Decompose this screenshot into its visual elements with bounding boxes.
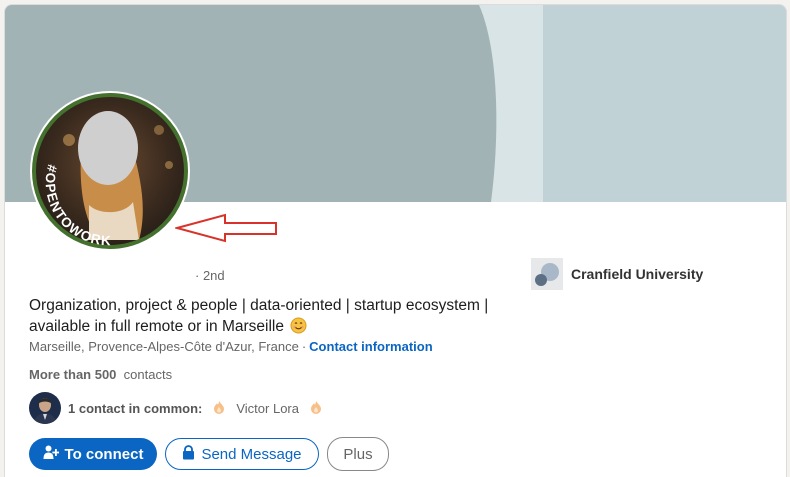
education-entry[interactable]: Cranfield University <box>531 258 703 290</box>
contacts-label: contacts <box>123 367 173 382</box>
more-button[interactable]: Plus <box>327 437 389 471</box>
contacts-count: More than 500 <box>29 367 117 382</box>
profile-card: #OPENTOWORK · 2nd Cranfield University O… <box>4 4 787 477</box>
add-person-icon <box>43 444 59 464</box>
connect-button[interactable]: To connect <box>29 438 157 470</box>
school-name: Cranfield University <box>571 266 704 282</box>
connection-degree: · 2nd <box>195 268 225 283</box>
send-message-label: Send Message <box>201 445 302 463</box>
headline-text: Organization, project & people | data-or… <box>29 297 489 335</box>
profile-headline: Organization, project & people | data-or… <box>29 295 529 340</box>
fire-icon <box>213 400 225 417</box>
connect-label: To connect <box>64 445 144 463</box>
location-line: Marseille, Provence-Alpes-Côte d'Azur, F… <box>29 339 433 354</box>
more-label: Plus <box>343 445 373 463</box>
profile-photo[interactable]: #OPENTOWORK <box>29 90 191 252</box>
mutual-contact-avatar <box>29 392 61 424</box>
send-message-button[interactable]: Send Message <box>165 438 319 470</box>
school-logo <box>531 258 563 290</box>
profile-actions: To connect Send Message Plus <box>29 437 389 471</box>
mutual-connections[interactable]: 1 contact in common: Victor Lora <box>29 392 326 424</box>
mutual-count-label: 1 contact in common: <box>68 400 203 416</box>
fire-icon <box>310 400 322 417</box>
contact-info-link[interactable]: Contact information <box>309 339 433 354</box>
mutual-contact-name[interactable]: Victor Lora <box>236 401 299 416</box>
annotation-arrow-icon <box>175 213 277 243</box>
lock-icon <box>182 444 195 464</box>
location-text: Marseille, Provence-Alpes-Côte d'Azur, F… <box>29 339 299 354</box>
connections-count[interactable]: More than 500 contacts <box>29 367 172 382</box>
smiling-face-icon <box>290 317 307 340</box>
location-separator: · <box>301 339 307 354</box>
